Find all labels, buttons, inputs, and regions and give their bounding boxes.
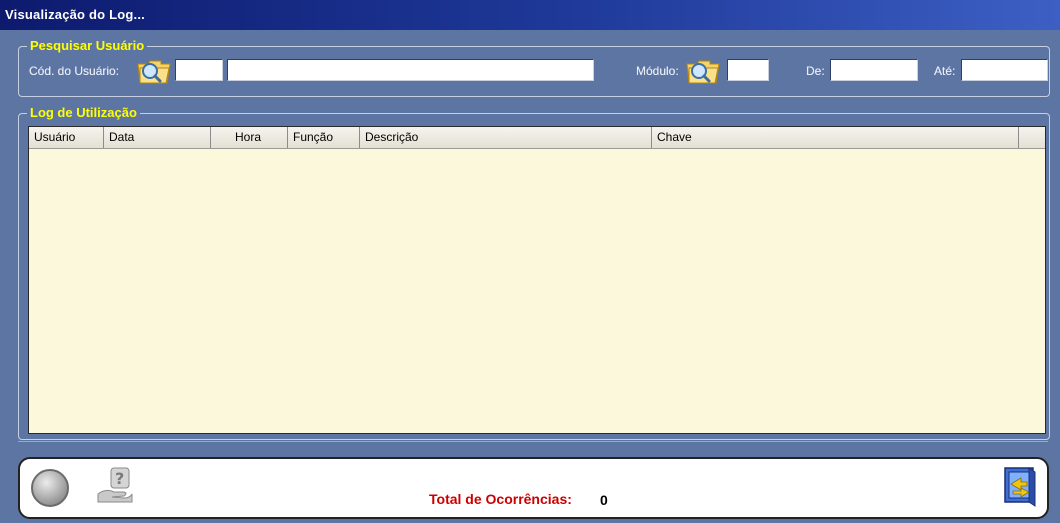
module-search-button[interactable] <box>686 58 720 84</box>
column-header-time[interactable]: Hora <box>211 127 288 148</box>
total-occurrences-value: 0 <box>600 492 608 508</box>
to-date-label: Até: <box>934 64 956 78</box>
help-hand-icon: ? <box>97 467 133 503</box>
column-header-user[interactable]: Usuário <box>29 127 104 148</box>
usage-log-legend: Log de Utilização <box>27 105 140 121</box>
log-table[interactable]: Usuário Data Hora Função Descrição Chave <box>28 126 1046 434</box>
circle-icon <box>31 469 69 507</box>
column-header-function[interactable]: Função <box>288 127 360 148</box>
footer-panel: ? Total de Ocorrências: 0 <box>18 457 1049 519</box>
svg-text:?: ? <box>115 469 124 488</box>
module-field[interactable] <box>727 59 769 81</box>
to-date-field[interactable] <box>961 59 1048 81</box>
search-user-legend: Pesquisar Usuário <box>27 38 148 54</box>
exit-button[interactable] <box>999 464 1039 507</box>
log-table-header: Usuário Data Hora Função Descrição Chave <box>29 127 1045 149</box>
column-header-key[interactable]: Chave <box>652 127 1019 148</box>
column-header-description[interactable]: Descrição <box>360 127 652 148</box>
total-occurrences-label: Total de Ocorrências: <box>429 491 572 507</box>
folder-search-icon <box>137 60 171 84</box>
window-title: Visualização do Log... <box>0 0 1060 30</box>
circle-button[interactable] <box>30 468 70 508</box>
user-name-field[interactable] <box>227 59 594 81</box>
user-search-button[interactable] <box>137 58 171 84</box>
module-label: Módulo: <box>636 64 679 78</box>
user-code-label: Cód. do Usuário: <box>29 64 120 78</box>
exit-door-icon <box>1004 467 1036 507</box>
folder-search-icon <box>686 60 720 84</box>
column-header-extra[interactable] <box>1019 127 1045 148</box>
column-header-date[interactable]: Data <box>104 127 211 148</box>
user-code-field[interactable] <box>175 59 223 81</box>
from-date-label: De: <box>806 64 825 78</box>
from-date-field[interactable] <box>830 59 918 81</box>
divider <box>18 441 1048 442</box>
log-viewer-window: Visualização do Log... Pesquisar Usuário… <box>0 0 1060 523</box>
help-button[interactable]: ? <box>94 464 134 504</box>
